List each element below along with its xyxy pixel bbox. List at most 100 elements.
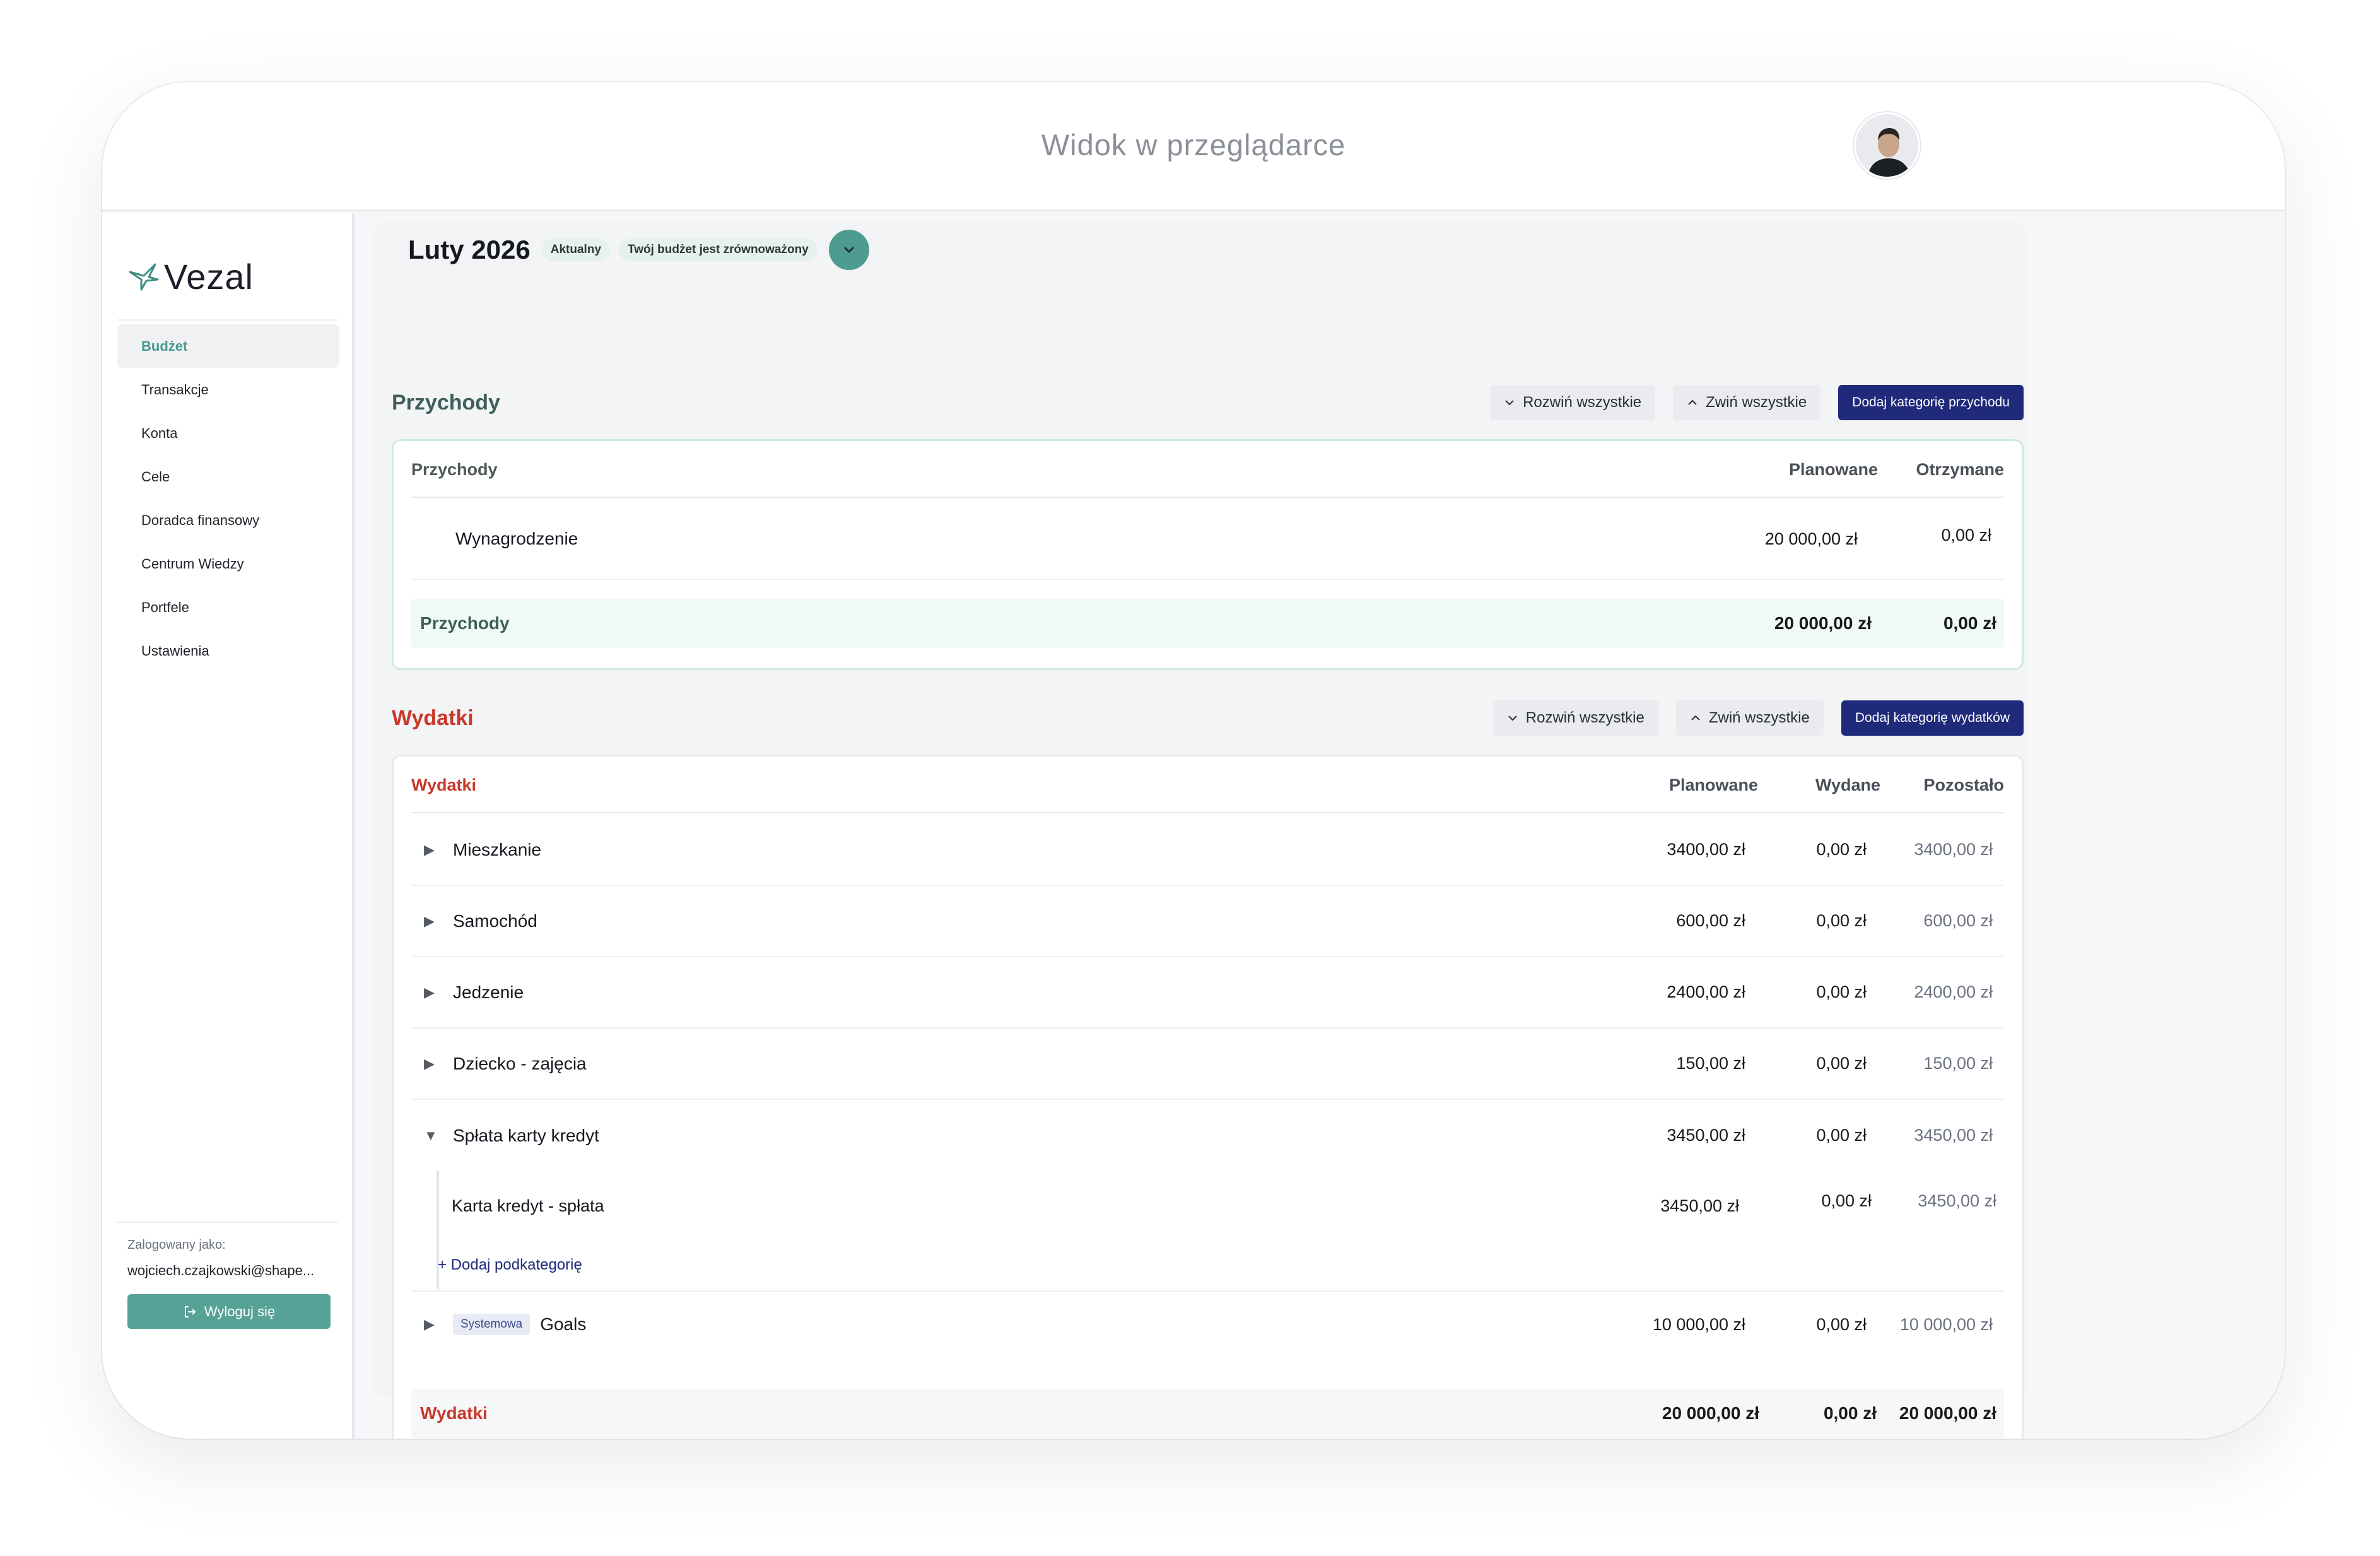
chevron-up-icon	[1691, 715, 1700, 721]
expenses-total-remaining: 20 000,00 zł	[1899, 1403, 1996, 1423]
expense-planned[interactable]: 3450,00 zł	[1581, 1100, 1745, 1171]
chevron-down-icon	[844, 247, 854, 254]
expenses-title: Wydatki	[392, 705, 474, 730]
expense-remaining: 3400,00 zł	[1914, 840, 1993, 859]
expand-arrow-icon[interactable]: ▶	[424, 984, 439, 1001]
expense-category-row[interactable]: ▶ Jedzenie 2400,00 zł 0,00 zł 2400,00 zł	[411, 957, 2004, 1028]
expense-category-name: Mieszkanie	[453, 839, 542, 859]
expand-arrow-icon[interactable]: ▶	[424, 1316, 439, 1333]
income-row-received[interactable]: 0,00 zł	[1865, 499, 1991, 579]
month-title: Luty 2026	[408, 235, 531, 264]
expenses-expand-all-button[interactable]: Rozwiń wszystkie	[1492, 700, 1658, 736]
sidebar-item-ustawienia[interactable]: Ustawienia	[117, 629, 339, 673]
expenses-table: Wydatki Planowane Wydane Pozostało ▶ Mies…	[392, 755, 2024, 1439]
expense-remaining: 10 000,00 zł	[1899, 1314, 1993, 1334]
expenses-col-name: Wydatki	[411, 775, 477, 794]
view-title: Widok w przeglądarce	[1041, 128, 1346, 162]
income-total-row: Przychody 20 000,00 zł 0,00 zł	[411, 599, 2004, 648]
sidebar-item-centrum-wiedzy[interactable]: Centrum Wiedzy	[117, 542, 339, 586]
expense-category-name: Jedzenie	[453, 982, 524, 1002]
balance-status-badge: Twój budżet jest zrównoważony	[619, 239, 818, 261]
expense-category-row[interactable]: ▶ Dziecko - zajęcia 150,00 zł 0,00 zł 150…	[411, 1028, 2004, 1100]
income-table: Przychody Planowane Otrzymane Wynagrodze…	[392, 439, 2024, 670]
sidebar-item-transakcje[interactable]: Transakcje	[117, 368, 339, 411]
expense-category-row-expanded[interactable]: ▼ Spłata karty kredyt 3450,00 zł 0,00 zł …	[411, 1100, 2004, 1171]
expense-planned[interactable]: 2400,00 zł	[1581, 957, 1745, 1027]
sidebar-nav: Budżet Transakcje Konta Cele Doradca fin…	[117, 324, 339, 673]
subcategory-row[interactable]: Karta kredyt - spłata 3450,00 zł 0,00 zł…	[411, 1171, 2004, 1241]
month-header: Luty 2026 Aktualny Twój budżet jest zrów…	[408, 222, 869, 278]
sidebar-item-budzet[interactable]: Budżet	[117, 324, 339, 368]
income-row[interactable]: Wynagrodzenie 20 000,00 zł 0,00 zł	[411, 499, 2004, 580]
expenses-total-label: Wydatki	[420, 1403, 488, 1423]
expense-spent: 0,00 zł	[1816, 840, 1867, 859]
chevron-down-icon	[1505, 400, 1514, 406]
logo[interactable]: Vezal	[127, 251, 254, 302]
sidebar-item-doradca[interactable]: Doradca finansowy	[117, 498, 339, 542]
expense-spent: 0,00 zł	[1816, 1126, 1867, 1145]
expense-remaining: 3450,00 zł	[1914, 1126, 1993, 1145]
system-category-row[interactable]: ▶ Systemowa Goals 10 000,00 zł 0,00 zł 1…	[411, 1292, 2004, 1357]
collapse-arrow-icon[interactable]: ▼	[424, 1128, 439, 1144]
expense-spent: 0,00 zł	[1816, 1314, 1867, 1334]
logout-icon	[184, 1306, 196, 1317]
sidebar: Vezal Budżet Transakcje Konta Cele Dorad…	[102, 213, 355, 1439]
budget-content: Luty 2026 Aktualny Twój budżet jest zrów…	[372, 222, 2027, 1439]
income-title: Przychody	[392, 390, 500, 415]
expense-planned[interactable]: 3400,00 zł	[1581, 815, 1745, 885]
expense-category-row[interactable]: ▶ Samochód 600,00 zł 0,00 zł 600,00 zł	[411, 886, 2004, 957]
sidebar-item-cele[interactable]: Cele	[117, 455, 339, 498]
expense-spent: 0,00 zł	[1816, 982, 1867, 1001]
expense-remaining: 150,00 zł	[1923, 1054, 1993, 1073]
expenses-col-spent: Wydane	[1815, 775, 1880, 794]
expense-spent: 0,00 zł	[1816, 911, 1867, 930]
month-dropdown-button[interactable]	[828, 230, 869, 270]
chevron-up-icon	[1688, 399, 1697, 405]
logout-button[interactable]: Wyloguj się	[127, 1294, 331, 1329]
expense-category-name: Samochód	[453, 911, 537, 931]
income-expand-all-button[interactable]: Rozwiń wszystkie	[1490, 385, 1656, 420]
expenses-collapse-all-button[interactable]: Zwiń wszystkie	[1675, 700, 1824, 736]
income-collapse-all-button[interactable]: Zwiń wszystkie	[1673, 385, 1821, 420]
expand-all-label: Rozwiń wszystkie	[1525, 709, 1644, 726]
expand-all-label: Rozwiń wszystkie	[1523, 394, 1642, 411]
sidebar-item-portfele[interactable]: Portfele	[117, 586, 339, 629]
income-total-label: Przychody	[420, 613, 510, 633]
subcategory-planned[interactable]: 3450,00 zł	[1575, 1171, 1739, 1241]
collapse-all-label: Zwiń wszystkie	[1708, 709, 1810, 726]
browser-frame: Widok w przeglądarce Vezal Budżet Transa…	[102, 82, 2285, 1439]
hummingbird-icon	[129, 263, 159, 291]
expenses-total-planned: 20 000,00 zł	[1662, 1403, 1759, 1423]
expenses-col-remaining: Pozostało	[1923, 775, 2004, 794]
expense-planned[interactable]: 600,00 zł	[1581, 886, 1745, 956]
subcategory-spent: 0,00 zł	[1821, 1191, 1872, 1210]
expand-arrow-icon[interactable]: ▶	[424, 913, 439, 929]
expense-remaining: 600,00 zł	[1923, 911, 1993, 930]
expense-planned[interactable]: 10 000,00 zł	[1581, 1292, 1745, 1357]
account-panel: Zalogowany jako: wojciech.czajkowski@sha…	[116, 1222, 338, 1329]
logout-label: Wyloguj się	[204, 1303, 276, 1319]
chevron-down-icon	[1508, 716, 1517, 721]
add-income-category-button[interactable]: Dodaj kategorię przychodu	[1838, 385, 2024, 420]
subcategory-name: Karta kredyt - spłata	[452, 1196, 604, 1215]
expenses-table-header: Wydatki Planowane Wydane Pozostało	[411, 757, 2004, 813]
expand-arrow-icon[interactable]: ▶	[424, 842, 439, 858]
sidebar-item-konta[interactable]: Konta	[117, 411, 339, 455]
income-total-planned: 20 000,00 zł	[1774, 613, 1872, 633]
expenses-total-row: Wydatki 20 000,00 zł 0,00 zł 20 000,00 z…	[411, 1389, 2004, 1438]
expense-planned[interactable]: 150,00 zł	[1581, 1028, 1745, 1099]
expenses-section-header: Wydatki Rozwiń wszystkie Zwiń wszystkie …	[392, 700, 2024, 736]
income-table-header: Przychody Planowane Otrzymane	[411, 441, 2004, 498]
income-section-header: Przychody Rozwiń wszystkie Zwiń wszystki…	[392, 385, 2024, 420]
income-total-received: 0,00 zł	[1943, 613, 1996, 633]
income-row-planned: 20 000,00 zł	[1764, 529, 1858, 548]
add-subcategory-link[interactable]: + Dodaj podkategorię	[438, 1256, 582, 1274]
expense-category-row[interactable]: ▶ Mieszkanie 3400,00 zł 0,00 zł 3400,00 z…	[411, 815, 2004, 886]
system-badge: Systemowa	[453, 1314, 531, 1335]
expense-spent: 0,00 zł	[1816, 1054, 1867, 1073]
expense-category-name: Goals	[540, 1314, 587, 1334]
expense-category-name: Spłata karty kredyt	[453, 1125, 599, 1145]
add-expense-category-button[interactable]: Dodaj kategorię wydatków	[1841, 700, 2024, 736]
user-avatar[interactable]	[1854, 112, 1920, 179]
expand-arrow-icon[interactable]: ▶	[424, 1056, 439, 1072]
